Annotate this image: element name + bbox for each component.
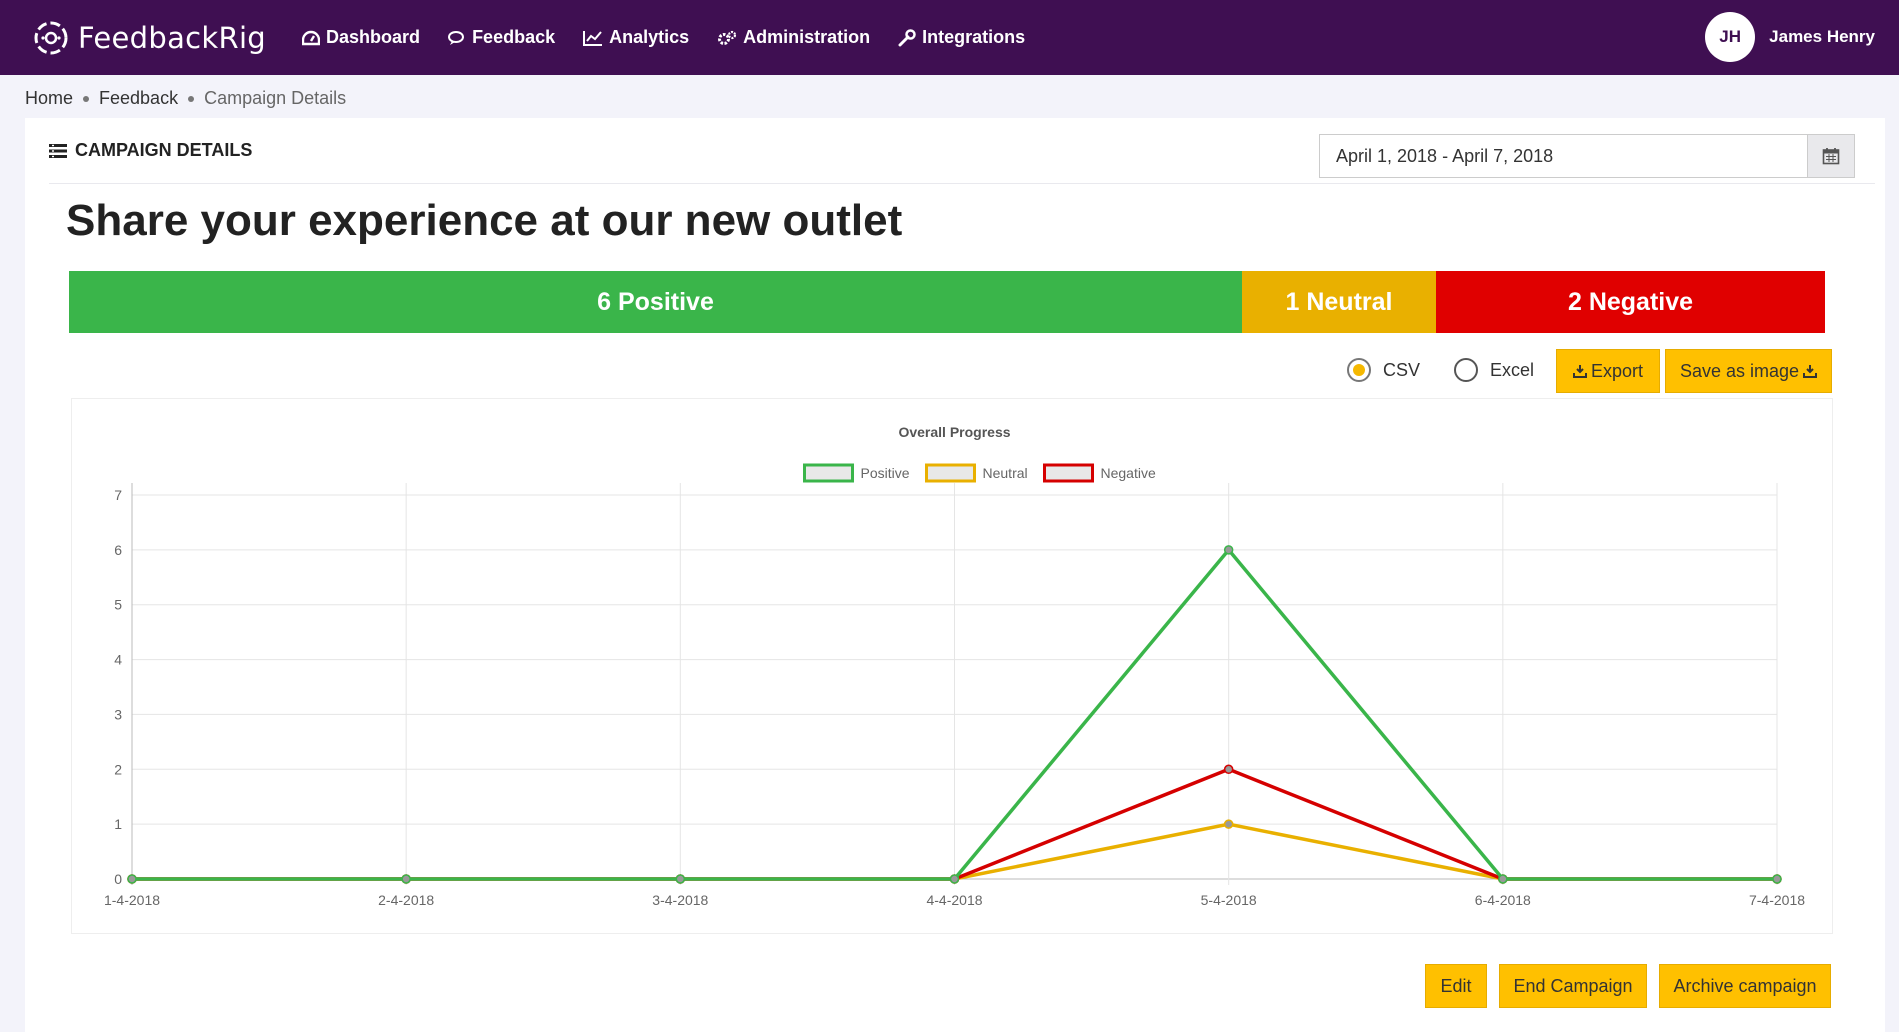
legend-label-positive: Positive	[861, 465, 910, 481]
date-range-picker	[1319, 134, 1855, 178]
breadcrumb-feedback[interactable]: Feedback	[99, 88, 178, 109]
card-header: CAMPAIGN DETAILS	[49, 118, 1875, 184]
nav-analytics[interactable]: Analytics	[583, 27, 689, 48]
chart-title: Overall Progress	[898, 424, 1010, 440]
list-icon	[49, 143, 67, 158]
x-tick-label: 3-4-2018	[652, 892, 708, 908]
format-label-excel: Excel	[1490, 359, 1535, 380]
save-as-image-button[interactable]: Save as image	[1665, 349, 1832, 393]
logo-icon	[34, 21, 68, 54]
dashboard-icon	[302, 30, 321, 45]
x-tick-label: 7-4-2018	[1749, 892, 1805, 908]
legend-label-neutral: Neutral	[983, 465, 1028, 481]
legend-label-negative: Negative	[1101, 465, 1156, 481]
y-tick-label: 4	[114, 652, 122, 668]
nav-dashboard-label: Dashboard	[326, 27, 421, 47]
avatar: JH	[1705, 12, 1756, 62]
negative-count[interactable]: 2 Negative	[1436, 271, 1825, 333]
data-point-negative	[1223, 764, 1234, 775]
chart-canvas: Overall Progress Positive Neutral Negative 0…	[104, 424, 1805, 908]
breadcrumb-separator	[188, 95, 195, 102]
y-tick-label: 3	[114, 706, 122, 722]
data-point-neutral	[1223, 819, 1234, 829]
campaign-headline: Share your experience at our new outlet	[66, 196, 903, 245]
wrench-icon	[898, 28, 916, 46]
y-tick-label: 5	[114, 597, 122, 613]
legend-swatch-negative	[1043, 463, 1094, 483]
calendar-icon	[1822, 148, 1840, 165]
archive-campaign-button[interactable]: Archive campaign	[1659, 964, 1831, 1008]
top-navbar: FeedbackRig Dashboard Feedback Analytics…	[0, 0, 1899, 75]
cogs-icon	[718, 30, 737, 45]
export-button-label: Export	[1590, 360, 1644, 381]
nav-integrations[interactable]: Integrations	[898, 27, 1025, 48]
breadcrumb-separator	[83, 95, 90, 102]
data-point-positive	[675, 874, 686, 884]
y-tick-label: 2	[114, 761, 122, 777]
data-point-positive	[1223, 545, 1234, 555]
nav-integrations-label: Integrations	[922, 27, 1026, 47]
end-campaign-button[interactable]: End Campaign	[1499, 964, 1647, 1008]
format-radio-csv[interactable]: CSV	[1347, 358, 1420, 382]
export-button[interactable]: Export	[1556, 349, 1660, 393]
neutral-count[interactable]: 1 Neutral	[1242, 271, 1436, 333]
format-radio-excel[interactable]: Excel	[1454, 358, 1534, 382]
brand-name: FeedbackRig	[78, 20, 267, 55]
x-tick-label: 5-4-2018	[1201, 892, 1257, 908]
nav-administration-label: Administration	[743, 27, 871, 47]
y-tick-label: 7	[114, 487, 122, 503]
user-menu[interactable]: JH James Henry	[1705, 12, 1875, 62]
y-tick-label: 6	[114, 542, 122, 558]
campaign-card: CAMPAIGN DETAILS Share your experience a…	[25, 118, 1885, 1032]
sentiment-summary-bar: 6 Positive 1 Neutral 2 Negative	[69, 271, 1825, 333]
calendar-button[interactable]	[1807, 134, 1855, 178]
data-point-positive	[949, 874, 960, 884]
nav-feedback-label: Feedback	[472, 27, 556, 47]
card-title-text: CAMPAIGN DETAILS	[75, 140, 253, 160]
format-label-csv: CSV	[1383, 359, 1421, 380]
nav-administration[interactable]: Administration	[717, 27, 870, 48]
positive-count[interactable]: 6 Positive	[69, 271, 1242, 333]
data-point-positive	[401, 874, 411, 884]
comments-icon	[448, 30, 465, 45]
card-title: CAMPAIGN DETAILS	[49, 140, 252, 161]
radio-dot	[1347, 358, 1371, 382]
data-point-positive	[1498, 874, 1508, 884]
brand[interactable]: FeedbackRig	[30, 17, 266, 59]
y-tick-label: 1	[114, 816, 122, 832]
overall-progress-chart: Overall Progress Positive Neutral Negative 0…	[71, 398, 1833, 934]
data-point-positive	[127, 874, 137, 884]
line-chart-icon	[583, 30, 603, 46]
edit-button[interactable]: Edit	[1425, 964, 1487, 1008]
breadcrumb-current: Campaign Details	[204, 88, 347, 108]
x-tick-label: 4-4-2018	[926, 892, 982, 908]
export-format-selector: CSV Excel	[1347, 358, 1568, 382]
breadcrumb: Home Feedback Campaign Details	[25, 88, 346, 109]
legend-swatch-neutral	[925, 463, 976, 483]
legend-swatch-positive	[803, 463, 854, 483]
radio-dot	[1454, 358, 1479, 382]
breadcrumb-home[interactable]: Home	[25, 88, 73, 109]
data-point-positive	[1772, 874, 1782, 884]
nav-dashboard[interactable]: Dashboard	[302, 27, 420, 48]
x-tick-label: 2-4-2018	[378, 892, 434, 908]
save-as-image-label: Save as image	[1679, 360, 1800, 381]
x-tick-label: 1-4-2018	[104, 892, 160, 908]
date-range-input[interactable]	[1319, 134, 1807, 178]
x-tick-label: 6-4-2018	[1475, 892, 1531, 908]
nav-analytics-label: Analytics	[609, 27, 690, 47]
y-tick-label: 0	[114, 871, 122, 887]
download-icon	[1803, 365, 1818, 378]
main-nav: Dashboard Feedback Analytics Administrat…	[302, 27, 1053, 48]
nav-feedback[interactable]: Feedback	[448, 27, 555, 48]
user-name: James Henry	[1769, 27, 1875, 46]
download-icon	[1572, 365, 1587, 378]
